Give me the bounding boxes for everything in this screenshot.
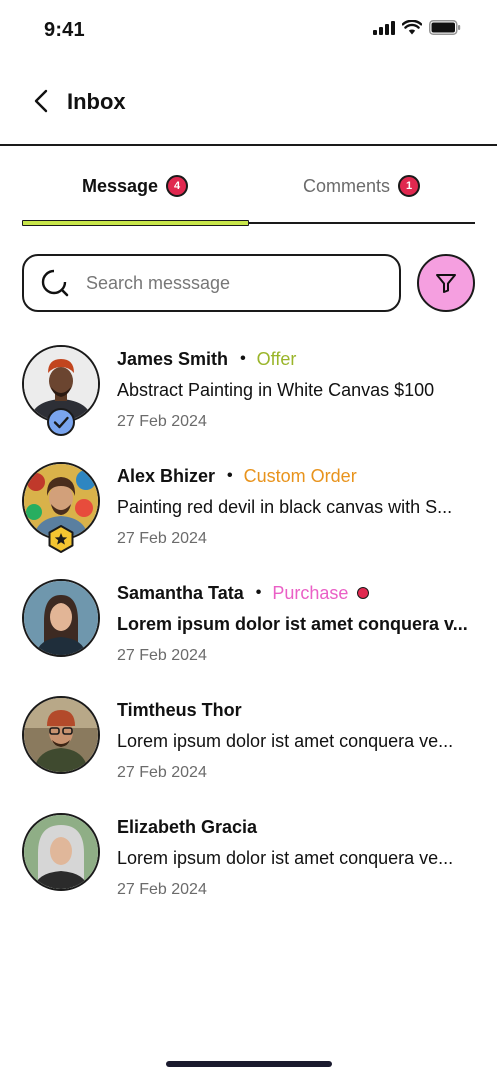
avatar-wrap bbox=[22, 462, 100, 553]
message-preview: Painting red devil in black canvas with … bbox=[117, 497, 453, 517]
message-item[interactable]: Timtheus Thor Lorem ipsum dolor ist amet… bbox=[0, 691, 497, 808]
wifi-icon bbox=[402, 20, 422, 35]
message-date: 27 Feb 2024 bbox=[117, 530, 207, 547]
avatar bbox=[22, 813, 100, 891]
message-header: James Smith • Offer bbox=[117, 347, 296, 371]
avatar bbox=[22, 696, 100, 774]
message-preview: Abstract Painting in White Canvas $100 bbox=[117, 380, 435, 400]
message-date: 27 Feb 2024 bbox=[117, 881, 207, 898]
status-time: 9:41 bbox=[44, 19, 85, 41]
page-title: Inbox bbox=[67, 89, 126, 114]
avatar-wrap bbox=[22, 579, 100, 657]
avatar-wrap bbox=[22, 813, 100, 891]
sender-name: Timtheus Thor bbox=[117, 699, 242, 720]
verified-check-icon bbox=[46, 407, 76, 437]
sender-name: Samantha Tata bbox=[117, 582, 244, 603]
tab-comments-label: Comments bbox=[302, 175, 391, 196]
tab-comments[interactable]: Comments 1 bbox=[248, 146, 475, 226]
separator-dot: • bbox=[227, 467, 233, 484]
cellular-signal-icon bbox=[373, 20, 395, 35]
avatar bbox=[22, 579, 100, 657]
header: Inbox bbox=[0, 62, 497, 146]
message-tag: Purchase bbox=[272, 582, 349, 603]
separator-dot: • bbox=[240, 350, 246, 367]
star-hexagon-icon bbox=[46, 524, 76, 554]
message-tag: Custom Order bbox=[243, 465, 357, 486]
message-header: Elizabeth Gracia bbox=[117, 815, 257, 839]
chevron-left-icon bbox=[34, 89, 48, 113]
sender-name: James Smith bbox=[117, 348, 229, 369]
message-header: Alex Bhizer • Custom Order bbox=[117, 464, 357, 488]
message-item[interactable]: Elizabeth Gracia Lorem ipsum dolor ist a… bbox=[0, 808, 497, 925]
tab-comments-badge: 1 bbox=[398, 175, 421, 197]
tab-active-indicator bbox=[22, 220, 249, 226]
home-indicator[interactable] bbox=[166, 1061, 332, 1067]
search-input[interactable] bbox=[86, 272, 356, 294]
message-tag: Offer bbox=[256, 348, 297, 369]
tab-message[interactable]: Message 4 bbox=[22, 146, 248, 226]
sender-name: Alex Bhizer bbox=[117, 465, 216, 486]
separator-dot: • bbox=[255, 584, 262, 601]
message-date: 27 Feb 2024 bbox=[117, 647, 207, 664]
battery-icon bbox=[429, 20, 461, 35]
message-item[interactable]: Alex Bhizer • Custom Order Painting red … bbox=[0, 457, 497, 574]
avatar-wrap bbox=[22, 696, 100, 774]
tab-message-label: Message bbox=[81, 175, 159, 196]
message-preview: Lorem ipsum dolor ist amet conquera v... bbox=[117, 614, 468, 634]
tab-message-badge: 4 bbox=[166, 175, 189, 197]
avatar-wrap bbox=[22, 345, 100, 436]
message-preview: Lorem ipsum dolor ist amet conquera ve..… bbox=[117, 848, 454, 868]
sender-name: Elizabeth Gracia bbox=[117, 816, 258, 837]
message-item[interactable]: James Smith • Offer Abstract Painting in… bbox=[0, 340, 497, 457]
back-button[interactable] bbox=[26, 86, 56, 116]
unread-indicator bbox=[357, 587, 370, 599]
search-box[interactable] bbox=[22, 254, 401, 312]
filter-icon bbox=[436, 274, 456, 293]
message-date: 27 Feb 2024 bbox=[117, 764, 207, 781]
message-header: Samantha Tata • Purchase bbox=[117, 581, 370, 605]
message-date: 27 Feb 2024 bbox=[117, 413, 207, 430]
status-bar: 9:41 bbox=[0, 0, 497, 62]
message-header: Timtheus Thor bbox=[117, 698, 242, 722]
tab-bar: Message 4 Comments 1 bbox=[22, 146, 475, 226]
status-icons bbox=[373, 20, 461, 35]
message-preview: Lorem ipsum dolor ist amet conquera ve..… bbox=[117, 731, 454, 751]
message-item[interactable]: Samantha Tata • Purchase Lorem ipsum dol… bbox=[0, 574, 497, 691]
search-icon bbox=[40, 268, 70, 298]
filter-button[interactable] bbox=[417, 254, 475, 312]
